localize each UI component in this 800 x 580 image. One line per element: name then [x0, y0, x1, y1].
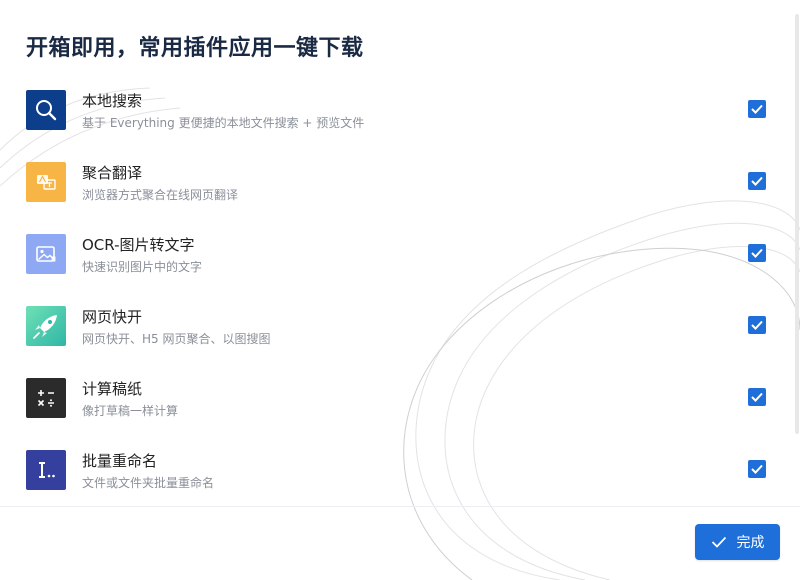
plugin-checkbox[interactable]: [748, 460, 766, 478]
checkmark-icon: [751, 464, 763, 474]
plugin-description: 文件或文件夹批量重命名: [82, 476, 215, 490]
checkmark-icon: [751, 392, 763, 402]
plugin-name: 本地搜索: [82, 92, 143, 110]
plugin-item-calculator: 计算稿纸 像打草稿一样计算: [26, 378, 774, 420]
plugin-name: OCR-图片转文字: [82, 236, 195, 254]
plugin-checkbox[interactable]: [748, 172, 766, 190]
rename-icon: [26, 450, 66, 490]
background-decoration: [0, 87, 800, 580]
checkmark-icon: [751, 176, 763, 186]
plugin-name: 计算稿纸: [82, 380, 143, 398]
plugin-setup-dialog: 开箱即用，常用插件应用一键下载 本地搜索 基于 Everything 更便捷的本…: [0, 0, 800, 580]
footer-divider: [0, 506, 800, 507]
done-button[interactable]: 完成: [695, 524, 780, 560]
page-title: 开箱即用，常用插件应用一键下载: [26, 36, 364, 61]
plugin-description: 像打草稿一样计算: [82, 404, 179, 418]
search-icon: [26, 90, 66, 130]
scrollbar[interactable]: [794, 0, 800, 506]
plugin-description: 网页快开、H5 网页聚合、以图搜图: [82, 332, 271, 346]
plugin-description: 快速识别图片中的文字: [82, 260, 203, 274]
checkmark-icon: [711, 536, 726, 548]
plugin-item-quick-web: 网页快开 网页快开、H5 网页聚合、以图搜图: [26, 306, 774, 348]
done-button-label: 完成: [736, 535, 765, 551]
plugin-name: 批量重命名: [82, 452, 158, 470]
calculator-icon: [26, 378, 66, 418]
checkmark-icon: [751, 320, 763, 330]
plugin-name: 聚合翻译: [82, 164, 143, 182]
rocket-icon: [26, 306, 66, 346]
plugin-checkbox[interactable]: [748, 244, 766, 262]
checkmark-icon: [751, 104, 763, 114]
plugin-name: 网页快开: [82, 308, 143, 326]
scrollbar-thumb[interactable]: [795, 14, 799, 434]
translate-icon: [26, 162, 66, 202]
image-icon: [26, 234, 66, 274]
plugin-description: 浏览器方式聚合在线网页翻译: [82, 188, 239, 202]
plugin-item-ocr: OCR-图片转文字 快速识别图片中的文字: [26, 234, 774, 276]
plugin-item-translate: 聚合翻译 浏览器方式聚合在线网页翻译: [26, 162, 774, 204]
plugin-description: 基于 Everything 更便捷的本地文件搜索 + 预览文件: [82, 116, 365, 130]
plugin-item-local-search: 本地搜索 基于 Everything 更便捷的本地文件搜索 + 预览文件: [26, 90, 774, 132]
plugin-checkbox[interactable]: [748, 316, 766, 334]
plugin-checkbox[interactable]: [748, 100, 766, 118]
plugin-checkbox[interactable]: [748, 388, 766, 406]
checkmark-icon: [751, 248, 763, 258]
plugin-item-batch-rename: 批量重命名 文件或文件夹批量重命名: [26, 450, 774, 492]
